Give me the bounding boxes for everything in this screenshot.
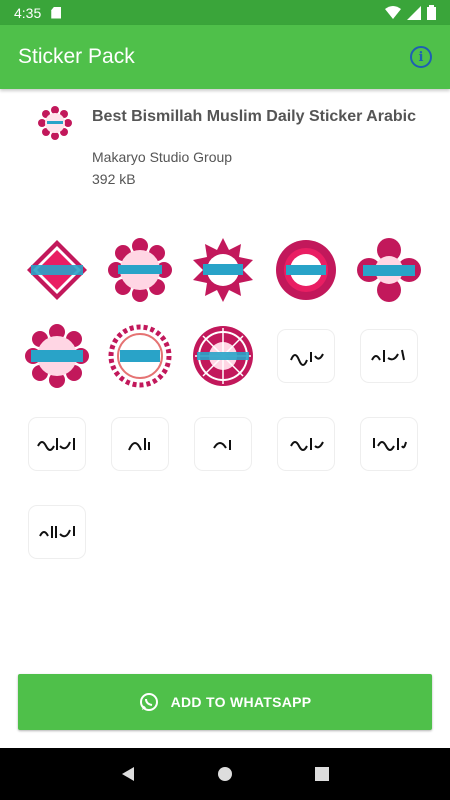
sd-card-icon — [51, 6, 62, 19]
info-icon[interactable]: i — [410, 46, 432, 68]
sticker-item[interactable] — [21, 496, 93, 568]
sticker-card — [361, 418, 417, 470]
sticker-item[interactable] — [104, 320, 176, 392]
sticker-card — [361, 330, 417, 382]
sticker-flower-icon — [25, 324, 89, 388]
page-title: Sticker Pack — [18, 45, 135, 68]
sticker-item[interactable] — [353, 320, 425, 392]
sticker-card — [278, 330, 334, 382]
arabic-text-icon — [373, 438, 407, 451]
arabic-text-icon — [39, 526, 75, 538]
system-nav-bar — [0, 748, 450, 800]
sticker-card — [29, 418, 85, 470]
pack-publisher: Makaryo Studio Group — [92, 149, 233, 165]
sticker-item[interactable] — [353, 234, 425, 306]
arabic-text-icon — [128, 438, 150, 451]
sticker-card — [278, 418, 334, 470]
sticker-card — [195, 418, 251, 470]
status-bar: 4:35 — [0, 0, 450, 25]
sticker-item[interactable] — [187, 408, 259, 480]
status-time: 4:35 — [14, 4, 42, 21]
pack-header: Best Bismillah Muslim Daily Sticker Arab… — [0, 100, 450, 200]
arabic-text-icon — [213, 440, 231, 450]
sticker-item[interactable] — [104, 234, 176, 306]
app-bar: Sticker Pack i — [0, 25, 450, 89]
add-to-whatsapp-button[interactable]: ADD TO WHATSAPP — [18, 674, 432, 730]
sticker-item[interactable] — [21, 234, 93, 306]
arabic-text-icon — [290, 352, 324, 366]
sticker-sun-icon — [193, 238, 253, 302]
pack-name: Best Bismillah Muslim Daily Sticker Arab… — [92, 108, 416, 125]
arabic-text-icon — [371, 349, 405, 362]
battery-icon — [427, 5, 436, 20]
sticker-card — [112, 418, 168, 470]
sticker-mandala-icon — [193, 326, 253, 386]
sticker-item[interactable] — [21, 408, 93, 480]
pack-size: 392 kB — [92, 171, 136, 187]
cellular-icon — [407, 5, 421, 20]
arabic-text-icon — [37, 438, 75, 451]
sticker-item[interactable] — [353, 408, 425, 480]
sticker-item[interactable] — [270, 408, 342, 480]
back-icon[interactable] — [120, 766, 136, 782]
sticker-item[interactable] — [187, 234, 259, 306]
sticker-item[interactable] — [187, 320, 259, 392]
sticker-flower-icon — [108, 238, 172, 302]
home-icon[interactable] — [217, 766, 233, 782]
sticker-item[interactable] — [270, 234, 342, 306]
sticker-item[interactable] — [21, 320, 93, 392]
sticker-daisy-icon — [276, 240, 336, 300]
whatsapp-icon — [139, 693, 158, 711]
sticker-diamond-icon — [27, 240, 87, 300]
arabic-text-icon — [290, 438, 324, 451]
sticker-wreath-icon — [108, 324, 172, 388]
add-to-whatsapp-label: ADD TO WHATSAPP — [170, 694, 312, 710]
sticker-item[interactable] — [104, 408, 176, 480]
sticker-item[interactable] — [270, 320, 342, 392]
recents-icon[interactable] — [314, 766, 330, 782]
sticker-flower-cross-icon — [357, 238, 421, 302]
sticker-card — [29, 506, 85, 558]
wifi-icon — [385, 5, 401, 19]
tray-icon — [38, 106, 72, 140]
